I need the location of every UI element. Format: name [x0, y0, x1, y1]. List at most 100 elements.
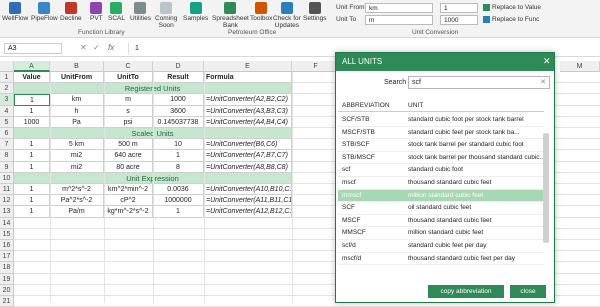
- unit-list-item[interactable]: mscf thousand standard cubic feet: [338, 177, 544, 190]
- data-cell[interactable]: km^2*min^-2: [104, 184, 153, 196]
- data-cell[interactable]: 500 m: [104, 139, 153, 151]
- col-unit[interactable]: UNIT: [408, 99, 423, 112]
- unit-list-item[interactable]: mmscf million standard cubic feet: [338, 189, 544, 203]
- row-header-19[interactable]: 19: [0, 273, 14, 285]
- data-cell[interactable]: 3600: [153, 105, 204, 117]
- ribbon-button-updates[interactable]: Check for Updates: [273, 2, 301, 29]
- column-title-cell[interactable]: Value: [14, 72, 50, 84]
- data-cell[interactable]: 1000: [14, 116, 50, 128]
- data-cell[interactable]: cP^2: [104, 195, 153, 207]
- row-header-18[interactable]: 18: [0, 262, 14, 274]
- unit-list-item[interactable]: SCF/STB standard cubic foot per stock tan…: [338, 114, 544, 127]
- data-cell[interactable]: =UnitConverter(A4,B4,C4): [204, 116, 292, 128]
- data-cell[interactable]: 1: [14, 195, 50, 207]
- close-icon[interactable]: ✕: [543, 56, 551, 67]
- row-header-1[interactable]: 1: [0, 72, 14, 84]
- search-input[interactable]: scf ✕: [408, 76, 550, 89]
- ribbon-button-toolbox[interactable]: Toolbox: [250, 2, 272, 26]
- data-cell[interactable]: =UnitConverter(A7,B7,C7): [204, 150, 292, 162]
- data-cell[interactable]: mi2: [50, 150, 104, 162]
- row-header-2[interactable]: 2: [0, 83, 14, 95]
- data-cell[interactable]: 1: [14, 150, 50, 162]
- row-header-7[interactable]: 7: [0, 139, 14, 151]
- unit-list-item[interactable]: scf/d standard cubic feet per day: [338, 240, 544, 253]
- column-header-B[interactable]: B: [50, 61, 104, 72]
- column-title-cell[interactable]: UnitTo: [104, 72, 153, 84]
- copy-abbreviation-button[interactable]: copy abbreviation: [428, 285, 504, 298]
- ribbon-button-utilities[interactable]: Utilities: [130, 2, 151, 26]
- unit-list-item[interactable]: MMSCF million standard cubic feet: [338, 227, 544, 240]
- unit-list-item[interactable]: STB/MSCF stock tank barrel per thousand s…: [338, 152, 544, 165]
- data-cell[interactable]: 1: [14, 161, 50, 173]
- ribbon-button-samples[interactable]: Samples: [183, 2, 208, 26]
- enter-icon[interactable]: ✓: [93, 43, 100, 52]
- data-cell[interactable]: km: [50, 94, 104, 106]
- replace-to-func-button[interactable]: Replace to Func: [483, 16, 539, 23]
- data-cell[interactable]: 1000000: [153, 195, 204, 207]
- data-cell[interactable]: 0.0036: [153, 184, 204, 196]
- data-cell[interactable]: =UnitConverter(B6,C6): [204, 139, 292, 151]
- data-cell[interactable]: 1: [14, 184, 50, 196]
- column-header-E[interactable]: E: [204, 61, 292, 72]
- data-cell[interactable]: Pa/m: [50, 206, 104, 218]
- data-cell[interactable]: =UnitConverter(A12,B12,C12): [204, 206, 292, 218]
- row-header-14[interactable]: 14: [0, 217, 14, 229]
- column-header-D[interactable]: D: [153, 61, 204, 72]
- data-cell[interactable]: h: [50, 105, 104, 117]
- data-cell[interactable]: 1000: [153, 94, 204, 106]
- row-header-4[interactable]: 4: [0, 105, 14, 117]
- col-abbreviation[interactable]: ABBREVIATION: [342, 99, 390, 112]
- data-cell[interactable]: m: [104, 94, 153, 106]
- data-cell[interactable]: 10: [153, 139, 204, 151]
- ribbon-button-settings[interactable]: Settings: [303, 2, 327, 26]
- ribbon-button-spreadsheet-bank[interactable]: Spreadsheet Bank: [212, 2, 249, 29]
- row-header-3[interactable]: 3: [0, 94, 14, 106]
- column-header-F[interactable]: F: [292, 61, 340, 72]
- row-header-6[interactable]: 6: [0, 128, 14, 140]
- data-cell[interactable]: 1: [14, 206, 50, 218]
- data-cell[interactable]: 1: [14, 139, 50, 151]
- data-cell[interactable]: 640 acre: [104, 150, 153, 162]
- unit-list-item[interactable]: MSCF thousand standard cubic feet: [338, 215, 544, 228]
- column-header-M[interactable]: M: [560, 61, 600, 72]
- close-button[interactable]: close: [510, 285, 546, 298]
- row-header-15[interactable]: 15: [0, 228, 14, 240]
- data-cell[interactable]: 80 acre: [104, 161, 153, 173]
- data-cell[interactable]: =UnitConverter(A10,B10,C10): [204, 184, 292, 196]
- value-input-2[interactable]: 1000: [440, 15, 478, 25]
- cancel-icon[interactable]: ✕: [80, 43, 87, 52]
- data-cell[interactable]: =UnitConverter(A8,B8,C8): [204, 161, 292, 173]
- row-header-8[interactable]: 8: [0, 150, 14, 162]
- row-header-16[interactable]: 16: [0, 240, 14, 252]
- data-cell[interactable]: m^2*s^-2: [50, 184, 104, 196]
- ribbon-button-wellflow[interactable]: WellFlow: [2, 2, 28, 26]
- clear-search-icon[interactable]: ✕: [540, 77, 546, 89]
- row-header-17[interactable]: 17: [0, 251, 14, 263]
- row-header-10[interactable]: 10: [0, 172, 14, 184]
- data-cell[interactable]: =UnitConverter(A11,B11,C11): [204, 195, 292, 207]
- data-cell[interactable]: =UnitConverter(A3,B3,C3): [204, 105, 292, 117]
- column-title-cell[interactable]: UnitFrom: [50, 72, 104, 84]
- data-cell[interactable]: 5 km: [50, 139, 104, 151]
- data-cell[interactable]: 1: [153, 206, 204, 218]
- row-header-12[interactable]: 12: [0, 195, 14, 207]
- ribbon-button-pipeflow[interactable]: PipeFlow: [31, 2, 58, 26]
- data-cell[interactable]: psi: [104, 116, 153, 128]
- data-cell[interactable]: 8: [153, 161, 204, 173]
- unit-to-select[interactable]: m: [365, 15, 433, 25]
- data-cell[interactable]: Pa: [50, 116, 104, 128]
- unit-list-item[interactable]: SCF oil standard cubic feet: [338, 202, 544, 215]
- replace-to-value-button[interactable]: Replace to Value: [483, 4, 541, 11]
- data-cell[interactable]: mi2: [50, 161, 104, 173]
- row-header-11[interactable]: 11: [0, 184, 14, 196]
- row-header-5[interactable]: 5: [0, 116, 14, 128]
- data-cell[interactable]: 1: [14, 105, 50, 117]
- data-cell[interactable]: 0.145037738: [153, 116, 204, 128]
- data-cell[interactable]: 1: [14, 94, 50, 106]
- select-all-corner[interactable]: [0, 61, 14, 72]
- scrollbar[interactable]: [543, 133, 549, 243]
- fx-icon[interactable]: fx: [108, 43, 114, 52]
- ribbon-button-coming-soon[interactable]: Coming Soon: [155, 2, 177, 29]
- unit-list-item[interactable]: MSCF/STB standard cubic feet per stock ta…: [338, 127, 544, 140]
- column-title-cell[interactable]: Formula: [204, 72, 292, 84]
